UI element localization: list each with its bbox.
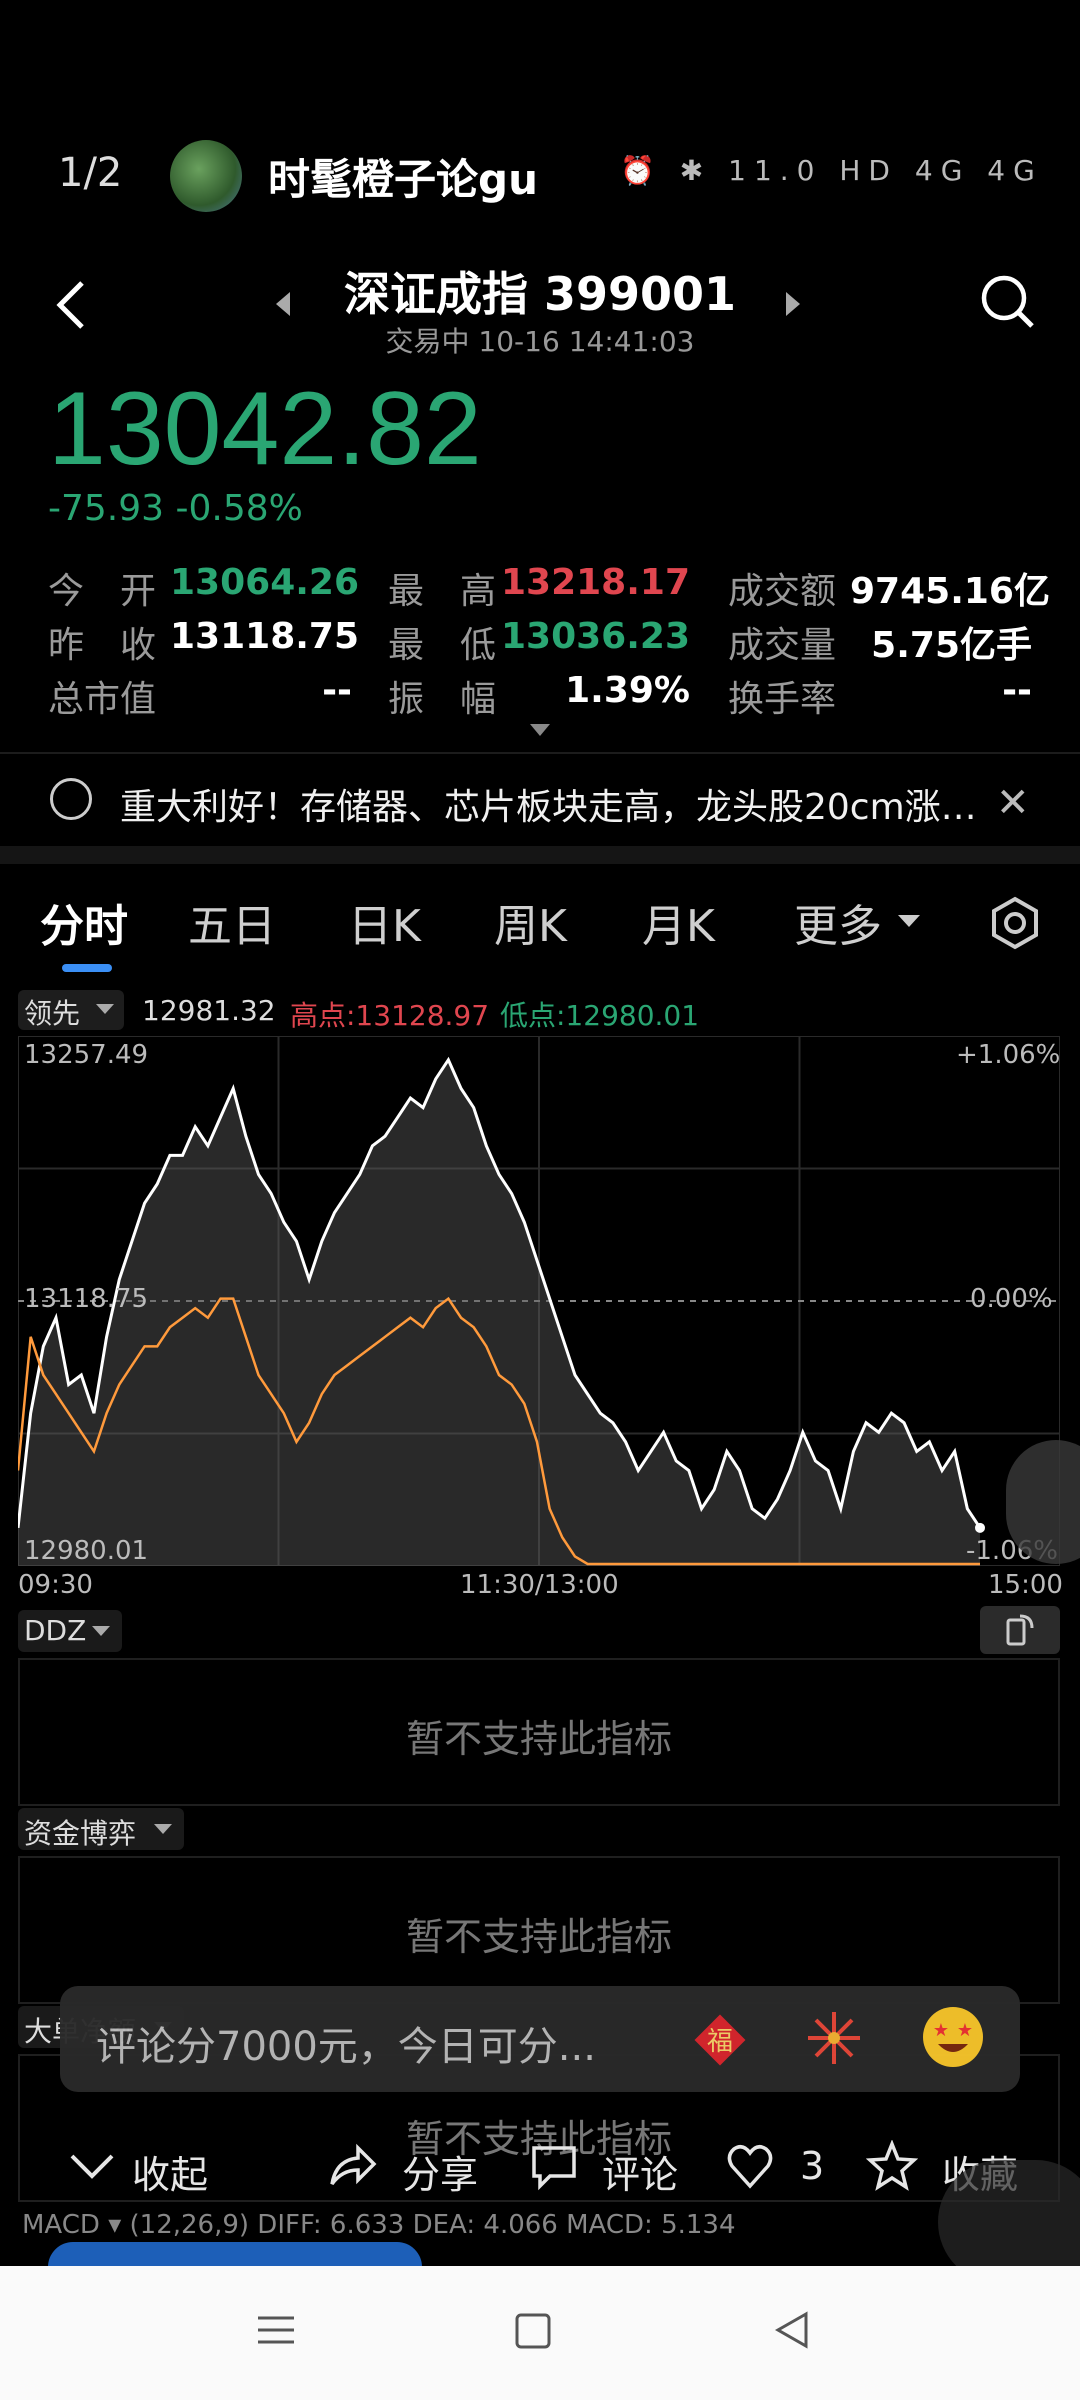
- prev-close-value: 13118.75: [170, 616, 360, 657]
- comment-input[interactable]: 评论分7000元，今日可分... 福 ★ ★: [60, 1986, 1020, 2092]
- amplitude-label: 振 幅: [388, 679, 497, 720]
- chat-bubble-icon: [50, 778, 92, 820]
- ddz-panel: 暂不支持此指标: [18, 1658, 1060, 1806]
- y-top-label: 13257.49: [24, 1040, 149, 1070]
- status-icons: ⏰ ✱ 11.0 HD 4G 4G: [620, 154, 1043, 187]
- svg-text:★: ★: [933, 2020, 949, 2041]
- heart-icon[interactable]: [724, 2140, 776, 2192]
- amount-label: 成交额: [728, 571, 837, 612]
- star-eyes-emoji-icon[interactable]: ★ ★: [920, 2004, 986, 2070]
- home-icon[interactable]: [514, 2312, 552, 2350]
- capital-game-select[interactable]: 资金博弈: [18, 1808, 184, 1850]
- lead-indicator-select[interactable]: 领先: [18, 990, 124, 1030]
- pct-mid-label: 0.00%: [970, 1284, 1053, 1314]
- prev-close-label: 昨 收: [48, 625, 157, 666]
- tab-more[interactable]: 更多: [794, 890, 882, 954]
- market-cap-label: 总市值: [48, 679, 157, 720]
- page-indicator: 1/2: [58, 150, 123, 196]
- market-cap-value: --: [322, 670, 352, 711]
- share-button[interactable]: 分享: [402, 2144, 478, 2199]
- news-text[interactable]: 重大利好！存储器、芯片板块走高，龙头股20cm涨…: [120, 778, 977, 830]
- trade-status: 交易中 10-16 14:41:03: [385, 325, 695, 358]
- x-mid-label: 11:30/13:00: [460, 1570, 619, 1600]
- swap-indicator-button[interactable]: [980, 1606, 1060, 1654]
- section-divider: [0, 846, 1080, 864]
- open-label: 今 开: [48, 571, 157, 612]
- next-stock-icon[interactable]: [786, 292, 800, 316]
- username[interactable]: 时髦橙子论gu: [268, 146, 538, 207]
- ddz-select[interactable]: DDZ: [18, 1610, 122, 1652]
- chevron-down-icon: [154, 1824, 172, 1834]
- news-banner[interactable]: 重大利好！存储器、芯片板块走高，龙头股20cm涨… ✕: [0, 752, 1080, 844]
- svg-text:福: 福: [707, 2027, 733, 2057]
- share-icon[interactable]: [326, 2140, 378, 2192]
- intraday-chart[interactable]: [18, 1036, 1060, 1566]
- top-bar: 1/2 时髦橙子论gu ⏰ ✱ 11.0 HD 4G 4G: [0, 120, 1080, 230]
- capital-game-label: 资金博弈: [24, 1817, 137, 1850]
- x-start-label: 09:30: [18, 1570, 93, 1600]
- avatar[interactable]: [170, 140, 242, 212]
- svg-text:★: ★: [957, 2020, 973, 2041]
- chart-current-value: 12981.32: [142, 994, 276, 1027]
- ddz-unsupported: 暂不支持此指标: [405, 1717, 672, 1761]
- pct-top-label: +1.06%: [956, 1040, 1061, 1070]
- chart-low-value: 低点:12980.01: [500, 999, 700, 1032]
- active-tab-indicator: [62, 964, 112, 972]
- tab-five-day[interactable]: 五日: [188, 890, 276, 954]
- price-change: -75.93 -0.58%: [48, 488, 303, 529]
- chevron-down-icon[interactable]: [66, 2140, 118, 2192]
- back-icon[interactable]: [772, 2310, 812, 2350]
- menu-icon[interactable]: [256, 2310, 296, 2350]
- ddz-label: DDZ: [24, 1614, 87, 1647]
- comment-placeholder: 评论分7000元，今日可分...: [96, 2024, 596, 2070]
- low-label: 最 低: [388, 625, 497, 666]
- lead-label-text: 领先: [24, 997, 81, 1030]
- y-bottom-label: 12980.01: [24, 1536, 149, 1566]
- fireworks-icon[interactable]: [804, 2008, 864, 2068]
- x-end-label: 15:00: [988, 1570, 1063, 1600]
- close-icon[interactable]: ✕: [996, 780, 1030, 826]
- expand-stats-icon[interactable]: [530, 724, 550, 736]
- high-label: 最 高: [388, 571, 497, 612]
- y-mid-label: 13118.75: [24, 1284, 149, 1314]
- search-icon[interactable]: [978, 272, 1036, 330]
- stock-title: 深证成指 399001: [343, 267, 737, 321]
- collapse-button[interactable]: 收起: [132, 2144, 208, 2199]
- period-tabs: 分时 五日 日K 周K 月K 更多: [0, 890, 1080, 970]
- current-price: 13042.82: [48, 371, 482, 487]
- tab-intraday[interactable]: 分时: [40, 890, 128, 954]
- capital-game-panel: 暂不支持此指标: [18, 1856, 1060, 2004]
- volume-label: 成交量: [728, 625, 837, 666]
- more-dropdown-icon[interactable]: [898, 915, 920, 927]
- comment-button[interactable]: 评论: [602, 2144, 678, 2199]
- amount-value: 9745.16亿: [850, 571, 1050, 612]
- macd-readout: MACD ▾ (12,26,9) DIFF: 6.633 DEA: 4.066 …: [22, 2210, 736, 2240]
- floating-assist-button[interactable]: [1006, 1440, 1080, 1564]
- tab-daily-k[interactable]: 日K: [348, 890, 421, 954]
- settings-icon[interactable]: [988, 896, 1042, 950]
- star-icon[interactable]: [866, 2140, 918, 2192]
- open-value: 13064.26: [170, 562, 360, 603]
- chart-high-value: 高点:13128.97: [290, 999, 490, 1032]
- action-bar: 收起 分享 评论 3 收藏: [0, 2126, 1080, 2210]
- tab-monthly-k[interactable]: 月K: [642, 890, 715, 954]
- low-value: 13036.23: [500, 616, 690, 657]
- fortune-sticker-icon[interactable]: 福: [690, 2010, 750, 2070]
- turnover-label: 换手率: [728, 679, 837, 720]
- high-value: 13218.17: [500, 562, 690, 603]
- system-nav-bar: [0, 2266, 1080, 2400]
- comment-icon[interactable]: [528, 2140, 580, 2192]
- chevron-down-icon: [92, 1626, 110, 1636]
- swap-icon: [1006, 1614, 1034, 1646]
- tab-weekly-k[interactable]: 周K: [494, 890, 567, 954]
- like-count[interactable]: 3: [800, 2144, 824, 2188]
- turnover-value: --: [1002, 670, 1032, 711]
- amplitude-value: 1.39%: [565, 670, 690, 711]
- chevron-down-icon: [96, 1004, 114, 1014]
- last-price-dot: [975, 1522, 985, 1533]
- volume-value: 5.75亿手: [871, 625, 1032, 666]
- capital-unsupported: 暂不支持此指标: [405, 1915, 672, 1959]
